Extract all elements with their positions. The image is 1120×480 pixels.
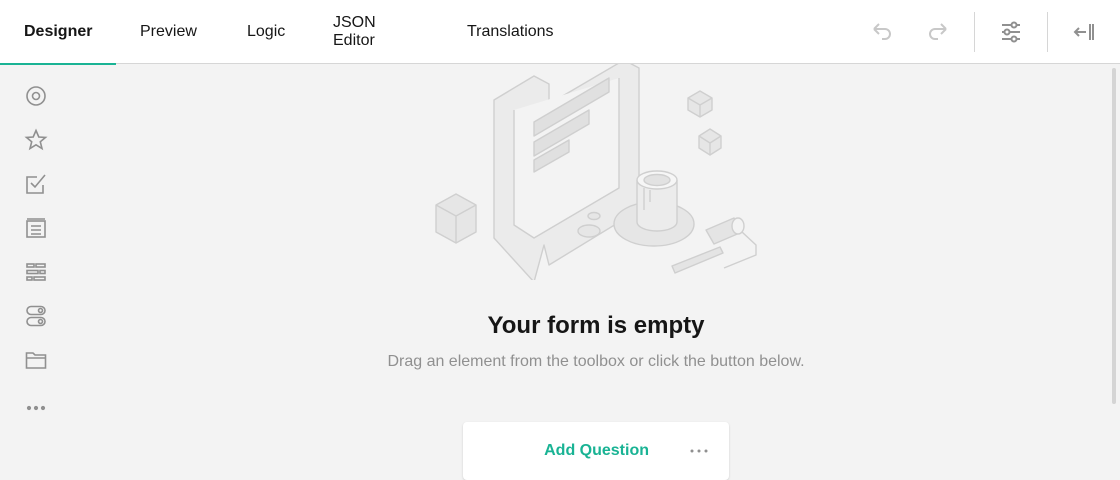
toolbox-item-matrix[interactable] [20,256,52,288]
toolbar-divider [974,12,975,52]
toolbox-sidebar [0,64,72,480]
toolbox-more-button[interactable] [20,392,52,424]
settings-button[interactable] [995,16,1027,48]
tab-bar: Designer Preview Logic JSON Editor Trans… [0,0,583,65]
scrollbar[interactable] [1112,68,1116,404]
add-question-bar: Add Question [463,422,729,480]
matrix-icon [26,263,46,281]
more-icon [26,405,46,411]
tab-translations[interactable]: Translations [443,0,583,64]
toolbox-item-radiogroup[interactable] [20,80,52,112]
long-text-icon [26,218,46,238]
folder-icon [25,352,47,369]
empty-form-title: Your form is empty [487,312,705,339]
top-toolbar: Designer Preview Logic JSON Editor Trans… [0,0,1120,65]
empty-form-subtitle: Drag an element from the toolbox or clic… [387,353,805,370]
toolbox-item-boolean[interactable] [20,300,52,332]
collapse-panel-icon [1073,24,1094,40]
toolbox-item-comment[interactable] [20,212,52,244]
undo-button[interactable] [866,16,898,48]
star-icon [24,128,48,151]
toolbox-item-checkbox[interactable] [20,168,52,200]
redo-icon [929,23,947,40]
design-surface: Your form is empty Drag an element from … [72,64,1120,480]
redo-button[interactable] [922,16,954,48]
undo-icon [873,23,891,40]
question-type-menu-button[interactable] [677,435,721,467]
toolbar-divider-2 [1047,12,1048,52]
tab-designer[interactable]: Designer [0,0,116,65]
checkbox-icon [26,174,46,194]
empty-form-illustration [435,64,757,280]
more-icon [690,449,708,453]
settings-sliders-icon [1002,21,1020,43]
add-question-button[interactable]: Add Question [463,422,663,480]
tab-logic[interactable]: Logic [223,0,309,64]
radio-icon [26,86,46,106]
toolbar-actions [860,0,1120,64]
toolbox-item-rating[interactable] [20,124,52,156]
toolbox-item-panel[interactable] [20,344,52,376]
collapse-panel-button[interactable] [1068,16,1100,48]
toggle-icon [26,305,46,327]
tab-preview[interactable]: Preview [116,0,223,64]
tab-json-editor[interactable]: JSON Editor [309,0,443,64]
